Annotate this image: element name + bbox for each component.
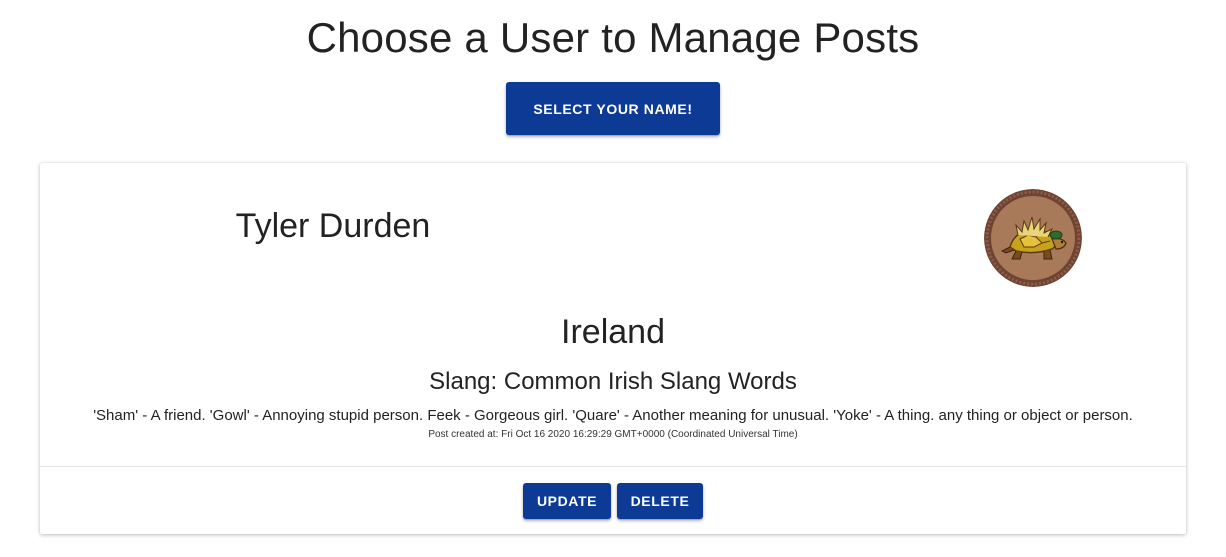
post-body: 'Sham' - A friend. 'Gowl' - Annoying stu… — [93, 407, 1133, 424]
card-actions: UPDATE DELETE — [40, 483, 1186, 519]
post-date: Post created at: Fri Oct 16 2020 16:29:2… — [428, 429, 798, 440]
post-country: Ireland — [561, 313, 665, 351]
card-divider — [40, 466, 1186, 467]
user-name: Tyler Durden — [235, 207, 431, 245]
page: Choose a User to Manage Posts SELECT YOU… — [0, 0, 1226, 557]
avatar-image — [984, 189, 1082, 287]
tortoise-badge-icon — [984, 189, 1082, 287]
post-title: Slang: Common Irish Slang Words — [429, 368, 797, 395]
delete-button[interactable]: DELETE — [617, 483, 703, 519]
update-button[interactable]: UPDATE — [523, 483, 611, 519]
select-your-name-button[interactable]: SELECT YOUR NAME! — [506, 82, 720, 135]
post-card: Tyler Durden Ireland Slang: Common Irish… — [40, 163, 1186, 534]
page-title: Choose a User to Manage Posts — [306, 14, 920, 61]
